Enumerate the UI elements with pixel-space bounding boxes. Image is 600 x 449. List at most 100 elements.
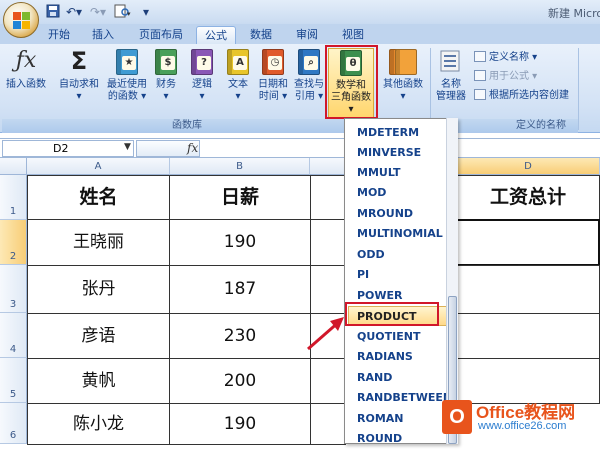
group-separator [578, 48, 579, 130]
row-header-6[interactable]: 6 [0, 403, 27, 444]
sigma-icon: Σ [70, 47, 88, 75]
ribbon-tabs: 开始 插入 页面布局 公式 数据 审阅 视图 [0, 24, 600, 44]
menu-item-roman[interactable]: ROMAN [357, 409, 449, 429]
c-cell[interactable] [310, 358, 346, 404]
wage-cell[interactable]: 187 [169, 265, 311, 314]
name-cell[interactable]: 陈小龙 [27, 403, 170, 445]
define-name-button[interactable]: 定义名称 ▾ [474, 50, 537, 66]
text-book-icon: A [226, 48, 250, 76]
column-header-d[interactable]: D [457, 158, 600, 175]
tab-insert[interactable]: 插入 [84, 26, 122, 44]
datetime-button[interactable]: ◷ 日期和 时间 ▾ [256, 48, 290, 103]
tab-formulas[interactable]: 公式 [196, 26, 236, 44]
menu-item-odd[interactable]: ODD [357, 245, 449, 265]
use-in-formula-button[interactable]: 用于公式 ▾ [474, 69, 537, 85]
insert-function-fx-button[interactable]: fx [136, 140, 200, 157]
name-cell[interactable]: 黄帆 [27, 358, 170, 404]
name-cell[interactable]: 王晓丽 [27, 219, 170, 266]
autosum-button[interactable]: Σ 自动求和 ▾ [56, 48, 102, 103]
chevron-down-icon[interactable]: ▼ [124, 142, 131, 152]
more-functions-button[interactable]: 其他函数 ▾ [378, 48, 428, 103]
header-total-cell[interactable]: 工资总计 [456, 175, 600, 220]
title-bar: ↶▾ ↷▾ ▾ ▾ 新建 Micro [0, 0, 600, 24]
use-in-formula-icon [474, 70, 486, 81]
lookup-book-icon: ⌕ [297, 48, 321, 76]
logical-label: 逻辑 [192, 79, 212, 90]
row-header-1[interactable]: 1 [0, 175, 27, 220]
wage-cell[interactable]: 190 [169, 403, 311, 445]
menu-item-minverse[interactable]: MINVERSE [357, 143, 449, 163]
datetime-book-icon: ◷ [261, 48, 285, 76]
name-box[interactable]: D2 ▼ [2, 140, 134, 157]
create-from-selection-button[interactable]: 根据所选内容创建 [474, 88, 569, 104]
svg-text:▾: ▾ [127, 10, 131, 18]
tab-home[interactable]: 开始 [40, 26, 78, 44]
column-header-b[interactable]: B [170, 158, 310, 175]
c-cell[interactable] [310, 219, 346, 266]
c-cell[interactable] [310, 403, 346, 445]
financial-button[interactable]: $ 财务 ▾ [152, 48, 180, 103]
text-button[interactable]: A 文本 ▾ [224, 48, 252, 103]
tab-page-layout[interactable]: 页面布局 [131, 26, 191, 44]
recent-label-1: 最近使用 [107, 79, 147, 90]
total-cell[interactable] [456, 313, 600, 359]
select-all-corner[interactable] [0, 158, 27, 175]
define-name-label: 定义名称 [489, 52, 529, 63]
math-functions-dropdown: MDETERM MINVERSE MMULT MOD MROUND MULTIN… [344, 118, 458, 445]
menu-item-rand[interactable]: RAND [357, 368, 449, 388]
menu-item-mdeterm[interactable]: MDETERM [357, 123, 449, 143]
header-name-cell[interactable]: 姓名 [27, 175, 170, 220]
redo-icon[interactable]: ↷▾ [87, 4, 109, 20]
lookup-reference-button[interactable]: ⌕ 查找与 引用 ▾ [292, 48, 326, 103]
row-header-4[interactable]: 4 [0, 313, 27, 358]
menu-item-randbetween[interactable]: RANDBETWEEN [357, 388, 452, 408]
text-label: 文本 [228, 79, 248, 90]
total-cell[interactable] [456, 265, 600, 314]
function-library-label: 函数库 [172, 120, 202, 131]
save-icon[interactable] [44, 4, 62, 20]
logical-book-icon: ? [190, 48, 214, 76]
undo-icon[interactable]: ↶▾ [63, 4, 85, 20]
menu-item-pi[interactable]: PI [357, 265, 449, 285]
fx-icon: fx [187, 141, 199, 155]
column-header-a[interactable]: A [27, 158, 170, 175]
dropdown-scrollbar[interactable] [446, 118, 458, 444]
header-wage-cell[interactable]: 日薪 [169, 175, 311, 220]
row-header-2[interactable]: 2 [0, 220, 27, 265]
more-books-icon [389, 48, 417, 76]
recent-functions-button[interactable]: ★ 最近使用 的函数 ▾ [104, 48, 150, 103]
selected-cell-d2[interactable] [456, 219, 600, 266]
autosum-label: 自动求和 [59, 79, 99, 90]
insert-function-button[interactable]: ƒx 插入函数 [4, 48, 48, 91]
define-name-icon [474, 51, 486, 62]
row-header-5[interactable]: 5 [0, 358, 27, 403]
name-cell[interactable]: 张丹 [27, 265, 170, 314]
wage-cell[interactable]: 230 [169, 313, 311, 359]
menu-item-round[interactable]: ROUND [357, 429, 449, 449]
lookup-label-2: 引用 [294, 91, 315, 102]
name-box-value: D2 [53, 142, 69, 155]
customize-qat-icon[interactable]: ▾ [140, 4, 152, 20]
name-manager-button[interactable]: 名称 管理器 [434, 48, 468, 103]
name-cell[interactable]: 彦语 [27, 313, 170, 359]
office-button[interactable] [3, 2, 39, 38]
print-preview-icon[interactable]: ▾ [112, 4, 134, 20]
tab-view[interactable]: 视图 [333, 26, 373, 44]
menu-item-mmult[interactable]: MMULT [357, 163, 449, 183]
menu-item-radians[interactable]: RADIANS [357, 347, 449, 367]
tab-data[interactable]: 数据 [241, 26, 281, 44]
watermark-url: www.office26.com [478, 420, 567, 432]
menu-item-mod[interactable]: MOD [357, 183, 449, 203]
column-header-c[interactable] [310, 158, 346, 175]
menu-item-multinomial[interactable]: MULTINOMIAL [357, 224, 449, 244]
row-header-3[interactable]: 3 [0, 265, 27, 313]
header-c-cell[interactable] [310, 175, 346, 220]
menu-item-mround[interactable]: MROUND [357, 204, 449, 224]
tab-review[interactable]: 审阅 [287, 26, 327, 44]
datetime-label-2: 时间 [258, 91, 279, 102]
wage-cell[interactable]: 190 [169, 219, 311, 266]
menu-item-quotient[interactable]: QUOTIENT [357, 327, 449, 347]
wage-cell[interactable]: 200 [169, 358, 311, 404]
name-manager-icon [439, 48, 463, 76]
logical-button[interactable]: ? 逻辑 ▾ [188, 48, 216, 103]
